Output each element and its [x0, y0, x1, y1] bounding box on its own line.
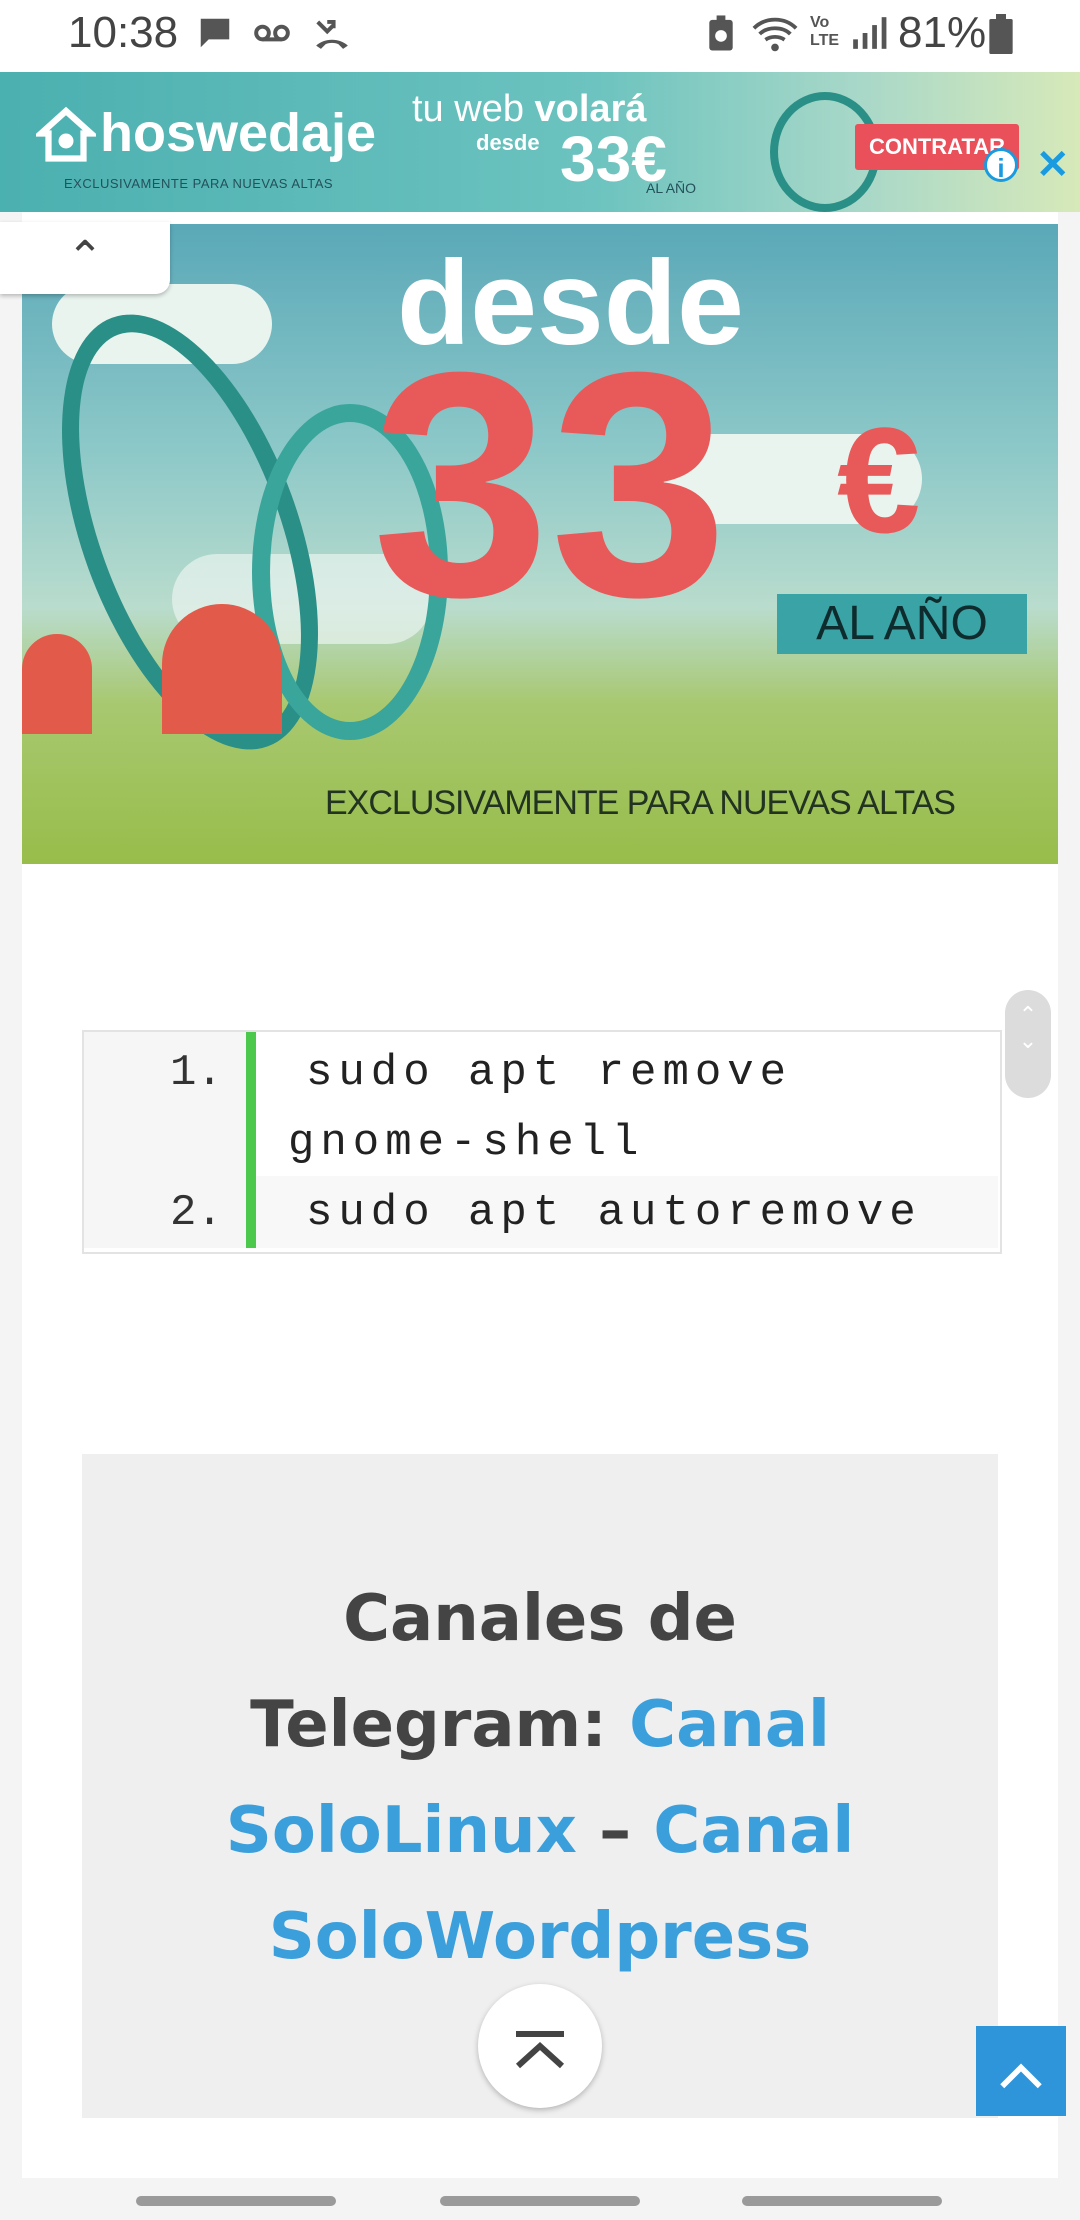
ad-desde: desde: [476, 130, 540, 155]
chevron-up-icon: [1000, 2063, 1042, 2088]
battery-saver-icon: [706, 14, 736, 61]
message-icon: [196, 14, 234, 61]
canal-sololinux-link-a[interactable]: Canal: [629, 1688, 830, 1762]
signal-icon: [850, 14, 888, 61]
telegram-heading: Canales de Telegram: Canal SoloLinux – C…: [180, 1566, 900, 1990]
promo-price: 33: [372, 305, 728, 663]
promo-exclusive: EXCLUSIVAMENTE PARA NUEVAS ALTAS: [325, 784, 956, 822]
volte-icon: Vo LTE: [810, 14, 840, 49]
telegram-heading-text-2: Telegram:: [250, 1688, 607, 1762]
system-nav-bar: [0, 2178, 1080, 2220]
battery-icon: [988, 14, 1014, 63]
ad-logo-subtitle: EXCLUSIVAMENTE PARA NUEVAS ALTAS: [64, 176, 334, 191]
line-number: 1.: [170, 1048, 223, 1098]
code-scrollbar[interactable]: ⌃ ⌄: [1005, 990, 1051, 1098]
nav-back[interactable]: [742, 2196, 942, 2206]
circus-tent-graphic: [162, 604, 282, 734]
separator: –: [599, 1794, 632, 1868]
scroll-down-icon: ⌄: [1018, 1028, 1038, 1053]
clock: 10:38: [68, 8, 179, 57]
promo-euro: €: [837, 396, 921, 564]
scroll-up-icon: ⌃: [1018, 1002, 1038, 1027]
telegram-heading-text: Canales de: [343, 1582, 737, 1656]
promo-ad-image[interactable]: desde 33 € AL AÑO EXCLUSIVAMENTE PARA NU…: [22, 224, 1058, 864]
nav-home[interactable]: [440, 2196, 640, 2206]
code-line: sudo apt remove: [306, 1048, 793, 1098]
ad-close-icon[interactable]: ✕: [1036, 142, 1070, 188]
code-accent-bar: [246, 1032, 256, 1248]
code-line-continuation: gnome-shell: [288, 1118, 645, 1168]
nav-recents[interactable]: [136, 2196, 336, 2206]
circus-tent-small-graphic: [22, 634, 92, 734]
ad-logo: hoswedaje: [100, 103, 377, 163]
code-block[interactable]: 1. sudo apt remove gnome-shell 2. sudo a…: [82, 1030, 1002, 1254]
collapse-ad-button[interactable]: ⌃: [0, 222, 170, 294]
ad-info-icon[interactable]: i: [984, 148, 1018, 183]
top-banner-ad[interactable]: hoswedaje EXCLUSIVAMENTE PARA NUEVAS ALT…: [0, 72, 1080, 212]
chevron-up-bar-icon: [515, 2031, 565, 2069]
promo-al-ano: AL AÑO: [777, 594, 1027, 654]
scroll-top-button[interactable]: [478, 1984, 602, 2108]
line-number: 2.: [170, 1188, 223, 1238]
back-to-top-button[interactable]: [976, 2026, 1066, 2116]
wifi-icon: [752, 14, 798, 63]
voicemail-icon: [252, 14, 292, 61]
missed-call-icon: [312, 14, 352, 61]
ad-al-ano: AL AÑO: [646, 180, 697, 196]
canal-sololinux-link-b[interactable]: SoloLinux: [226, 1794, 577, 1868]
chevron-up-icon: ⌃: [66, 233, 104, 282]
battery-percent: 81%: [898, 8, 987, 57]
house-logo-icon: [32, 106, 100, 171]
ad-tu-web: tu web: [412, 88, 524, 130]
status-bar: 10:38 Vo LTE 81%: [0, 0, 1080, 72]
canal-solowordpress-link-a[interactable]: Canal: [653, 1794, 854, 1868]
code-line: sudo apt autoremove: [306, 1188, 922, 1238]
canal-solowordpress-link-b[interactable]: SoloWordpress: [269, 1900, 812, 1974]
